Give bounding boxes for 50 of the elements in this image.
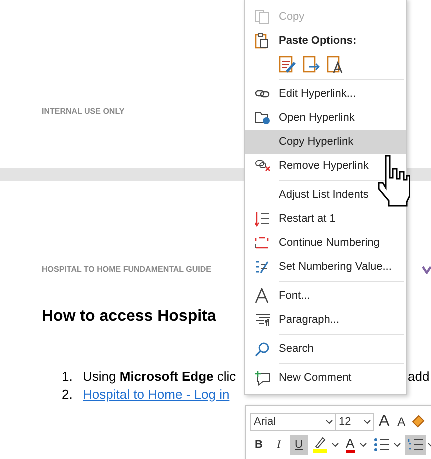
open-link-icon <box>255 111 271 125</box>
italic-button[interactable]: I <box>270 434 288 454</box>
paste-merge-icon[interactable] <box>303 54 321 74</box>
menu-item[interactable]: Font... <box>245 284 406 308</box>
list-number: 1. <box>62 368 74 386</box>
new-comment-icon <box>255 370 271 386</box>
menu-item[interactable]: Set Numbering Value... <box>245 255 406 279</box>
caret-icon[interactable] <box>394 442 401 446</box>
paste-options-label: Paste Options: <box>279 35 357 47</box>
caret-icon[interactable] <box>360 442 367 446</box>
page-header: INTERNAL USE ONLY <box>42 107 125 116</box>
menu-item[interactable]: Search <box>245 337 406 361</box>
menu-item[interactable]: Edit Hyperlink... <box>245 82 406 106</box>
paragraph-icon <box>255 314 271 326</box>
font-size-field[interactable]: 12 <box>335 412 374 430</box>
remove-link-icon <box>255 160 271 172</box>
font-color-button[interactable]: A <box>343 434 358 454</box>
bold-button[interactable]: B <box>250 434 268 454</box>
caret-icon[interactable] <box>326 420 333 424</box>
paste-keep-formatting-icon[interactable] <box>279 54 297 74</box>
underline-button[interactable]: U <box>290 434 308 454</box>
menu-item[interactable]: Copy Hyperlink <box>245 130 406 154</box>
menu-item[interactable]: Continue Numbering <box>245 231 406 255</box>
menu-item[interactable]: Restart at 1 <box>245 207 406 231</box>
continue-numbering-icon <box>255 236 269 250</box>
list-text: add <box>408 368 430 386</box>
list-text: Using Microsoft Edge clic <box>83 368 236 386</box>
menu-item[interactable]: Open Hyperlink <box>245 106 406 130</box>
caret-icon[interactable] <box>332 442 339 446</box>
paste-text-only-icon[interactable] <box>327 54 345 74</box>
link-icon <box>255 89 270 99</box>
section-title: HOSPITAL TO HOME FUNDAMENTAL GUIDE <box>42 265 212 274</box>
highlight-button[interactable] <box>310 434 330 454</box>
heading: How to access Hospita <box>42 308 216 326</box>
font-icon <box>255 288 269 304</box>
set-value-icon <box>255 260 269 274</box>
menu-item[interactable]: New Comment <box>245 366 406 390</box>
numbering-button[interactable] <box>404 434 426 454</box>
chevron-icon <box>422 266 431 274</box>
font-name-field[interactable]: Arial <box>250 412 336 430</box>
grow-font-button[interactable]: A <box>376 412 393 432</box>
caret-icon[interactable] <box>364 420 371 424</box>
restart-numbering-icon <box>255 211 269 227</box>
menu-item[interactable]: Paragraph... <box>245 308 406 332</box>
search-icon <box>255 342 270 356</box>
hyperlink[interactable]: Hospital to Home - Log in <box>83 386 230 404</box>
clipboard-icon <box>255 33 269 49</box>
copy-icon <box>255 10 270 24</box>
list-number: 2. <box>62 386 74 404</box>
shrink-font-button[interactable]: A <box>394 412 409 432</box>
